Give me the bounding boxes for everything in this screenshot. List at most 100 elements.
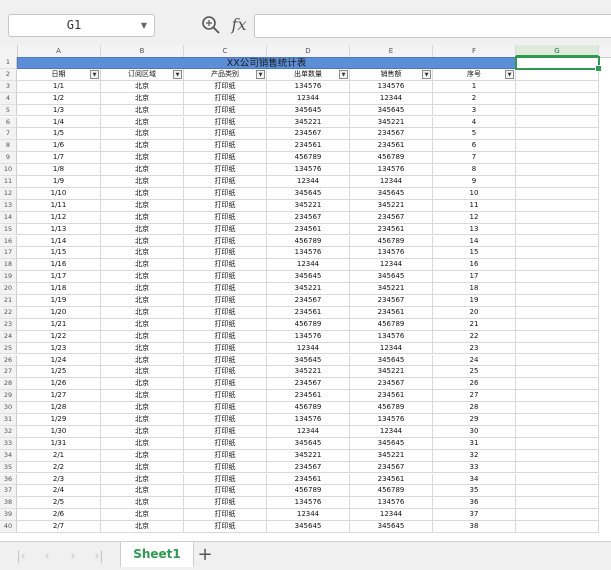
row-header[interactable]: 3 (0, 80, 17, 93)
row-header[interactable]: 33 (0, 437, 17, 450)
table-cell[interactable]: 36 (433, 497, 516, 510)
table-cell[interactable]: 打印纸 (184, 390, 267, 403)
table-cell[interactable]: 打印纸 (184, 425, 267, 438)
table-cell[interactable]: 北京 (101, 449, 184, 462)
table-cell[interactable]: 北京 (101, 176, 184, 188)
table-cell[interactable]: 打印纸 (184, 437, 267, 450)
table-cell[interactable]: 打印纸 (184, 354, 267, 367)
table-cell[interactable]: 2/1 (17, 449, 101, 462)
sheet-tab-sheet1[interactable]: Sheet1 (120, 542, 194, 567)
row-header[interactable]: 29 (0, 390, 17, 403)
table-cell[interactable]: 打印纸 (184, 330, 267, 343)
table-cell[interactable]: 234561 (267, 306, 350, 319)
table-cell[interactable]: 345645 (350, 437, 433, 450)
table-cell[interactable]: 32 (433, 449, 516, 462)
table-cell[interactable]: 打印纸 (184, 128, 267, 141)
table-cell[interactable]: 456789 (267, 318, 350, 331)
table-cell[interactable]: 16 (433, 259, 516, 272)
table-cell[interactable]: 1/24 (17, 354, 101, 367)
table-cell[interactable]: 打印纸 (184, 152, 267, 165)
table-cell[interactable]: 1/31 (17, 437, 101, 450)
table-cell[interactable]: 1/15 (17, 247, 101, 260)
table-cell[interactable]: 北京 (101, 378, 184, 391)
table-cell[interactable]: 北京 (101, 247, 184, 260)
table-cell[interactable]: 北京 (101, 140, 184, 153)
table-cell[interactable]: 345645 (267, 271, 350, 284)
filter-dropdown-icon[interactable]: ▼ (256, 69, 265, 79)
table-cell[interactable]: 234567 (350, 211, 433, 224)
first-sheet-icon[interactable]: |‹ (14, 548, 28, 564)
column-title-cell[interactable]: 序号 ▼ (433, 68, 516, 81)
table-cell[interactable]: 打印纸 (184, 116, 267, 129)
column-title-cell[interactable]: 日期 ▼ (17, 68, 101, 81)
table-cell[interactable]: 1/12 (17, 211, 101, 224)
table-cell[interactable]: 4 (433, 116, 516, 129)
row-header[interactable]: 12 (0, 187, 17, 200)
row-header[interactable]: 39 (0, 509, 17, 522)
row-header[interactable]: 4 (0, 92, 17, 105)
filter-dropdown-icon[interactable]: ▼ (173, 69, 182, 79)
table-cell[interactable]: 12344 (267, 92, 350, 105)
table-cell[interactable]: 1/10 (17, 187, 101, 200)
table-cell[interactable]: 打印纸 (184, 509, 267, 522)
cell-empty[interactable] (516, 402, 599, 414)
table-cell[interactable]: 北京 (101, 80, 184, 93)
table-cell[interactable]: 12344 (267, 259, 350, 272)
table-cell[interactable]: 456789 (350, 318, 433, 331)
table-cell[interactable]: 1/13 (17, 223, 101, 236)
table-cell[interactable]: 134576 (350, 414, 433, 426)
table-cell[interactable]: 打印纸 (184, 402, 267, 414)
table-cell[interactable]: 345645 (267, 187, 350, 200)
table-cell[interactable]: 456789 (267, 485, 350, 498)
column-title-cell[interactable]: 产品类别 ▼ (184, 68, 267, 81)
table-cell[interactable]: 打印纸 (184, 259, 267, 272)
table-cell[interactable]: 打印纸 (184, 497, 267, 510)
table-cell[interactable]: 8 (433, 164, 516, 176)
table-cell[interactable]: 北京 (101, 152, 184, 165)
table-cell[interactable]: 北京 (101, 259, 184, 272)
row-header[interactable]: 24 (0, 330, 17, 343)
table-cell[interactable]: 北京 (101, 199, 184, 212)
row-header[interactable]: 27 (0, 366, 17, 379)
table-cell[interactable]: 234561 (350, 306, 433, 319)
cell-empty[interactable] (516, 318, 599, 331)
table-cell[interactable]: 456789 (350, 485, 433, 498)
table-cell[interactable]: 35 (433, 485, 516, 498)
table-cell[interactable]: 28 (433, 402, 516, 414)
table-cell[interactable]: 北京 (101, 485, 184, 498)
table-cell[interactable]: 北京 (101, 437, 184, 450)
table-cell[interactable]: 134576 (350, 497, 433, 510)
table-cell[interactable]: 345645 (350, 187, 433, 200)
table-cell[interactable]: 134576 (267, 330, 350, 343)
row-header[interactable]: 30 (0, 402, 17, 414)
table-cell[interactable]: 456789 (350, 235, 433, 248)
table-cell[interactable]: 1/20 (17, 306, 101, 319)
table-cell[interactable]: 11 (433, 199, 516, 212)
table-cell[interactable]: 234561 (267, 223, 350, 236)
table-cell[interactable]: 北京 (101, 342, 184, 355)
table-cell[interactable]: 456789 (350, 402, 433, 414)
cell-empty[interactable] (516, 295, 599, 307)
row-header[interactable]: 26 (0, 354, 17, 367)
row-header[interactable]: 18 (0, 259, 17, 272)
table-cell[interactable]: 9 (433, 176, 516, 188)
table-cell[interactable]: 26 (433, 378, 516, 391)
table-cell[interactable]: 345221 (267, 366, 350, 379)
table-cell[interactable]: 北京 (101, 223, 184, 236)
table-cell[interactable]: 2 (433, 92, 516, 105)
table-cell[interactable]: 234561 (267, 390, 350, 403)
row-header[interactable]: 40 (0, 521, 17, 533)
cell-empty[interactable] (516, 80, 599, 93)
table-cell[interactable]: 1/7 (17, 152, 101, 165)
table-cell[interactable]: 打印纸 (184, 306, 267, 319)
table-cell[interactable]: 打印纸 (184, 521, 267, 533)
row-header[interactable]: 5 (0, 104, 17, 117)
table-cell[interactable]: 33 (433, 461, 516, 474)
row-header[interactable]: 36 (0, 473, 17, 486)
table-cell[interactable]: 12344 (267, 176, 350, 188)
row-header[interactable]: 15 (0, 223, 17, 236)
column-title-cell[interactable]: 出单数量 ▼ (267, 68, 350, 81)
table-cell[interactable]: 12344 (267, 342, 350, 355)
table-cell[interactable]: 打印纸 (184, 473, 267, 486)
table-cell[interactable]: 北京 (101, 414, 184, 426)
